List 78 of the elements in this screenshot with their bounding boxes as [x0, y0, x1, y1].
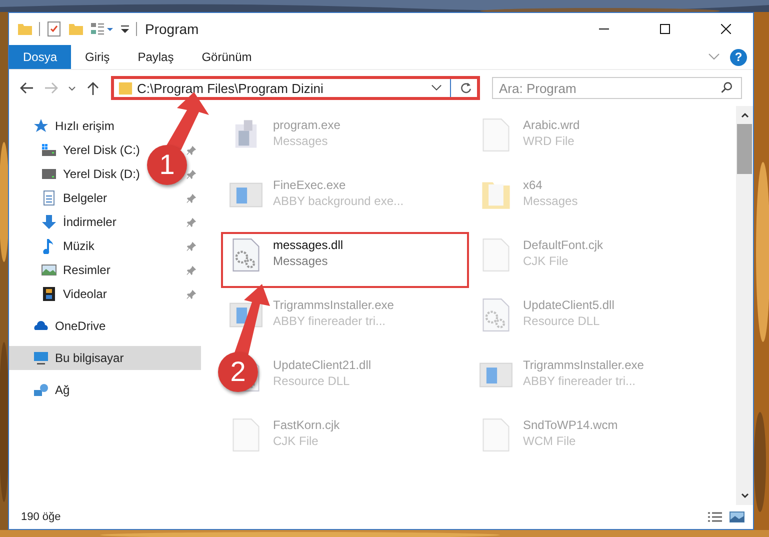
pin-icon[interactable] [186, 288, 197, 300]
up-icon[interactable] [85, 80, 101, 96]
scroll-down-icon[interactable] [740, 491, 750, 501]
file-name: FastKorn.cjk [273, 418, 340, 432]
file-type: Resource DLL [523, 314, 601, 328]
back-icon[interactable] [19, 80, 35, 96]
sidebar-item[interactable]: Yerel Disk (D:) [9, 162, 144, 186]
sidebar-item[interactable]: Videolar [9, 282, 111, 306]
pin-icon[interactable] [186, 264, 197, 276]
file-type: Messages [273, 254, 329, 268]
file-type: CJK File [273, 434, 320, 448]
expand-ribbon-icon[interactable] [708, 53, 720, 61]
window-title: Program [145, 21, 199, 37]
sidebar-item[interactable]: İndirmeler [9, 210, 120, 234]
file-type: CJK File [523, 254, 570, 268]
file-type: ABBY background exe... [273, 194, 404, 208]
file-name: SndToWP14.wcm [523, 418, 618, 432]
sidebar-item[interactable]: Ağ [9, 378, 201, 402]
file-name: TrigrammsInstaller.exe [523, 358, 644, 372]
pin-icon[interactable] [186, 168, 197, 180]
file-type: Messages [273, 134, 329, 148]
folder-icon [118, 80, 133, 96]
file-name: UpdateClient5.dll [523, 298, 614, 312]
image-icon [41, 262, 57, 278]
scroll-up-icon[interactable] [740, 110, 750, 120]
folder-icon[interactable] [17, 21, 33, 37]
view-dropdown-icon[interactable] [90, 21, 114, 37]
network-icon [33, 382, 49, 398]
star-icon [33, 118, 49, 134]
file-name: UpdateClient21.dll [273, 358, 372, 372]
help-button[interactable]: ? [730, 48, 747, 66]
pin-icon[interactable] [186, 240, 197, 252]
address-path: C:\Program Files\Program Dizini [137, 80, 324, 96]
drive-icon [41, 142, 57, 158]
sidebar-item[interactable]: Hızlı erişim [9, 114, 201, 138]
file-type: WRD File [523, 134, 576, 148]
drive-icon [41, 166, 57, 182]
sidebar-item[interactable]: Yerel Disk (C:) [9, 138, 144, 162]
document-icon [41, 190, 57, 206]
file-name: FineExec.exe [273, 178, 347, 192]
maximize-icon [660, 24, 670, 34]
dropdown-icon[interactable] [431, 84, 442, 92]
search-field[interactable]: Ara: Program [492, 77, 742, 99]
sidebar-item[interactable]: Bu bilgisayar [9, 346, 201, 370]
pin-icon[interactable] [186, 216, 197, 228]
file-type: WCM File [523, 434, 577, 448]
scrollbar[interactable] [736, 106, 753, 505]
film-icon [41, 286, 57, 302]
address-bar[interactable]: C:\Program Files\Program Dizini [111, 76, 480, 100]
new-folder-icon[interactable] [68, 21, 84, 37]
ribbon-tab[interactable]: Dosya [9, 45, 72, 69]
file-type: ABBY finereader tri... [273, 314, 386, 328]
file-name: messages.dll [273, 238, 344, 252]
file-name: x64 [523, 178, 544, 192]
search-icon[interactable] [720, 81, 734, 95]
sidebar-item[interactable]: Müzik [9, 234, 98, 258]
file-name: Arabic.wrd [523, 118, 580, 132]
computer-icon [33, 350, 49, 366]
file-type: ABBY finereader tri... [523, 374, 636, 388]
file-name: program.exe [273, 118, 340, 132]
file-type: Resource DLL [273, 374, 351, 388]
sidebar-item[interactable]: OneDrive [9, 314, 201, 338]
file-type: Messages [523, 194, 578, 208]
properties-icon[interactable] [46, 21, 62, 37]
file-name: TrigrammsInstaller.exe [273, 298, 394, 312]
refresh-icon[interactable] [459, 81, 473, 95]
download-icon [41, 214, 57, 230]
pin-icon[interactable] [186, 192, 197, 204]
scroll-thumb[interactable] [737, 124, 752, 174]
sidebar-item[interactable]: Belgeler [9, 186, 112, 210]
item-count: 190 öğe [21, 511, 61, 523]
forward-icon[interactable] [43, 80, 59, 96]
details-view-icon[interactable] [707, 511, 723, 523]
close-icon [720, 24, 730, 34]
sidebar-item[interactable]: Resimler [9, 258, 114, 282]
tiles-view-icon[interactable] [729, 511, 745, 523]
file-name: DefaultFont.cjk [523, 238, 604, 252]
pin-icon[interactable] [186, 144, 197, 156]
